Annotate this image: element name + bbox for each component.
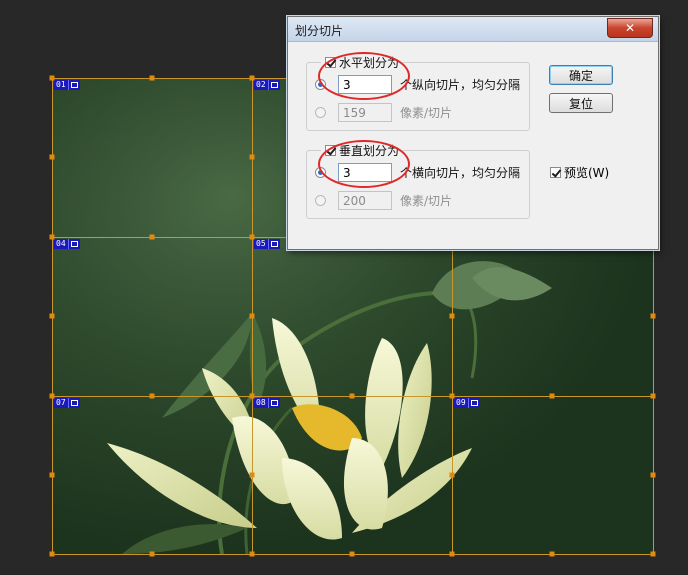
slice-number: 02 <box>254 80 268 90</box>
slice-number: 07 <box>54 398 68 408</box>
annotation-circle-vertical <box>318 140 410 188</box>
slice-06[interactable]: 06 <box>452 237 654 397</box>
divide-slice-dialog: 划分切片 ✕ 水平划分为 个纵向切片，均匀分隔 <box>287 16 659 250</box>
slice-tag: 02 <box>254 80 280 90</box>
slice-handle[interactable] <box>49 234 55 240</box>
slice-handle[interactable] <box>149 551 155 557</box>
preview-checkbox[interactable] <box>550 167 561 178</box>
slice-handle[interactable] <box>549 551 555 557</box>
slice-number: 01 <box>54 80 68 90</box>
slice-tag: 01 <box>54 80 80 90</box>
slice-07[interactable]: 07 <box>52 396 253 555</box>
slice-handle[interactable] <box>149 75 155 81</box>
slice-handle[interactable] <box>349 551 355 557</box>
image-slice-icon <box>67 398 80 408</box>
preview-label: 预览(W) <box>564 166 610 180</box>
slice-handle[interactable] <box>549 393 555 399</box>
vertical-pixel-suffix: 像素/切片 <box>400 194 453 208</box>
preview-option[interactable]: 预览(W) <box>550 164 609 181</box>
slice-05[interactable]: 05 <box>252 237 453 397</box>
vertical-pixel-input[interactable] <box>338 191 392 210</box>
slice-number: 04 <box>54 239 68 249</box>
slice-tag: 09 <box>454 398 480 408</box>
slice-handle[interactable] <box>449 472 455 478</box>
reset-button[interactable]: 复位 <box>549 93 613 113</box>
horizontal-pixel-radio[interactable] <box>315 107 326 118</box>
slice-tag: 04 <box>54 239 80 249</box>
image-slice-icon <box>67 239 80 249</box>
slice-handle[interactable] <box>49 393 55 399</box>
dialog-title: 划分切片 <box>295 24 344 38</box>
slice-number: 05 <box>254 239 268 249</box>
close-button[interactable]: ✕ <box>607 18 653 38</box>
horizontal-pixel-row: 像素/切片 <box>315 103 452 122</box>
slice-handle[interactable] <box>49 313 55 319</box>
slice-handle[interactable] <box>449 313 455 319</box>
slice-tag: 05 <box>254 239 280 249</box>
slice-handle[interactable] <box>149 234 155 240</box>
slice-number: 09 <box>454 398 468 408</box>
slice-handle[interactable] <box>49 551 55 557</box>
slice-handle[interactable] <box>49 75 55 81</box>
slice-handle[interactable] <box>349 393 355 399</box>
slice-handle[interactable] <box>650 393 656 399</box>
slice-handle[interactable] <box>249 75 255 81</box>
annotation-circle-horizontal <box>318 52 410 100</box>
image-slice-icon <box>67 80 80 90</box>
slice-handle[interactable] <box>249 551 255 557</box>
vertical-pixel-radio[interactable] <box>315 195 326 206</box>
horizontal-count-suffix: 个纵向切片，均匀分隔 <box>400 78 521 92</box>
slice-handle[interactable] <box>449 393 455 399</box>
slice-handle[interactable] <box>149 393 155 399</box>
slice-01[interactable]: 01 <box>52 78 253 238</box>
slice-handle[interactable] <box>650 472 656 478</box>
slice-handle[interactable] <box>249 472 255 478</box>
image-slice-icon <box>267 239 280 249</box>
slice-tag: 08 <box>254 398 280 408</box>
slice-tag: 07 <box>54 398 80 408</box>
slice-handle[interactable] <box>249 154 255 160</box>
slice-number: 08 <box>254 398 268 408</box>
image-slice-icon <box>267 80 280 90</box>
image-slice-icon <box>267 398 280 408</box>
ok-button[interactable]: 确定 <box>549 65 613 85</box>
slice-handle[interactable] <box>249 393 255 399</box>
slice-handle[interactable] <box>650 551 656 557</box>
vertical-pixel-row: 像素/切片 <box>315 191 452 210</box>
horizontal-pixel-input[interactable] <box>338 103 392 122</box>
slice-04[interactable]: 04 <box>52 237 253 397</box>
dialog-titlebar[interactable]: 划分切片 ✕ <box>288 17 658 42</box>
reset-button-label: 复位 <box>568 96 593 111</box>
slice-handle[interactable] <box>449 551 455 557</box>
image-slice-icon <box>467 398 480 408</box>
vertical-count-suffix: 个横向切片，均匀分隔 <box>400 166 521 180</box>
slice-handle[interactable] <box>49 472 55 478</box>
ok-button-label: 确定 <box>568 68 593 83</box>
slice-handle[interactable] <box>49 154 55 160</box>
slice-handle[interactable] <box>650 313 656 319</box>
slice-09[interactable]: 09 <box>452 396 654 555</box>
horizontal-pixel-suffix: 像素/切片 <box>400 106 453 120</box>
close-icon: ✕ <box>624 21 636 35</box>
slice-handle[interactable] <box>249 234 255 240</box>
slice-handle[interactable] <box>249 313 255 319</box>
canvas-area: 010203040506070809 划分切片 ✕ 水平划分为 个纵向切片，均匀… <box>0 0 688 575</box>
slice-08[interactable]: 08 <box>252 396 453 555</box>
